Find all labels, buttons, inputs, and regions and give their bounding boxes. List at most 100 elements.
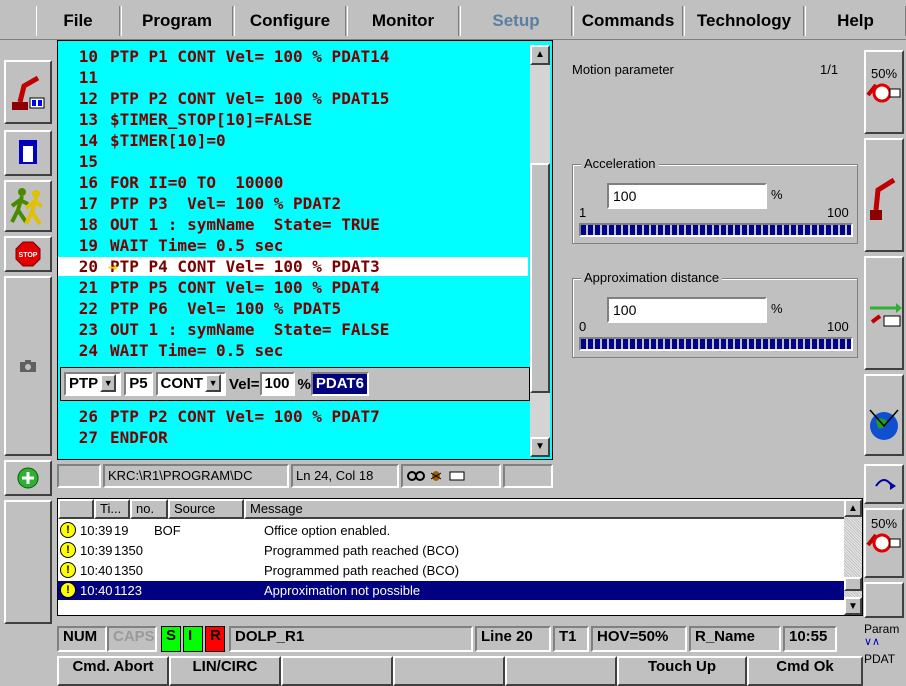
message-message: Approximation not possible bbox=[264, 583, 421, 598]
override-bottom-label: 50% bbox=[870, 516, 898, 531]
message-row[interactable]: ! 10:40 1123 Approximation not possible bbox=[58, 581, 844, 600]
message-source: BOF bbox=[154, 523, 181, 538]
chevron-up-down-icon[interactable]: ∨∧ bbox=[864, 636, 906, 648]
menu-configure[interactable]: Configure bbox=[234, 6, 346, 36]
stop-button[interactable]: STOP bbox=[4, 236, 52, 272]
softkey-3[interactable] bbox=[281, 656, 393, 686]
header-time[interactable]: Ti... bbox=[94, 499, 130, 519]
menu-technology[interactable]: Technology bbox=[684, 6, 804, 36]
svg-text:STOP: STOP bbox=[19, 252, 38, 259]
right-blank-button[interactable] bbox=[864, 582, 904, 618]
message-row[interactable]: ! 10:39 1350 Programmed path reached (BCO) bbox=[58, 541, 844, 560]
camera-button[interactable] bbox=[4, 276, 52, 456]
override-top-button[interactable]: 50% bbox=[864, 50, 904, 134]
warning-icon: ! bbox=[60, 542, 76, 558]
code-line[interactable]: 20 → PTP P4 CONT Vel= 100 % PDAT3 bbox=[58, 257, 528, 276]
line-number: 22 bbox=[78, 299, 98, 318]
chevron-down-icon[interactable]: ▼ bbox=[205, 374, 222, 392]
scroll-down-icon[interactable]: ▼ bbox=[844, 597, 862, 615]
menu-file[interactable]: File bbox=[36, 6, 120, 36]
panel-page: 1/1 bbox=[820, 62, 839, 77]
right-toolbar: 50% 50% Param ∨∧ PDAT bbox=[862, 40, 906, 686]
code-line[interactable]: 18 OUT 1 : symName State= TRUE bbox=[58, 215, 380, 234]
left-blank-button[interactable] bbox=[4, 500, 52, 624]
menu-program[interactable]: Program bbox=[121, 6, 233, 36]
approximation-input[interactable]: 100 bbox=[607, 297, 767, 323]
approximation-unit: % bbox=[771, 301, 783, 316]
acceleration-bar[interactable] bbox=[579, 223, 853, 237]
message-row[interactable]: ! 10:40 1350 Programmed path reached (BCO) bbox=[58, 561, 844, 580]
world-button[interactable] bbox=[864, 374, 904, 456]
code-line[interactable]: 19 WAIT Time= 0.5 sec bbox=[58, 236, 284, 255]
code-line[interactable]: 14 $TIMER[10]=0 bbox=[58, 131, 226, 150]
line-number: 20 bbox=[58, 257, 110, 276]
message-row[interactable]: ! 10:39 19 BOF Office option enabled. bbox=[58, 521, 844, 540]
line-number: 24 bbox=[78, 341, 98, 360]
rotate-arrow-icon bbox=[875, 479, 896, 490]
code-line[interactable]: 17 PTP P3 Vel= 100 % PDAT2 bbox=[58, 194, 341, 213]
message-scrollbar[interactable]: ▲ ▼ bbox=[844, 499, 862, 615]
scroll-down-icon[interactable]: ▼ bbox=[530, 437, 550, 457]
line-number: 23 bbox=[78, 320, 98, 339]
code-line[interactable]: 24 WAIT Time= 0.5 sec bbox=[58, 341, 284, 360]
panel-title: Motion parameter bbox=[572, 62, 674, 77]
code-line[interactable]: 13 $TIMER_STOP[10]=FALSE bbox=[58, 110, 313, 129]
approximation-max: 100 bbox=[827, 319, 849, 334]
lin-circ-button[interactable]: LIN/CIRC bbox=[169, 656, 281, 686]
code-line[interactable]: 23 OUT 1 : symName State= FALSE bbox=[58, 320, 390, 339]
code-line[interactable]: 26 PTP P2 CONT Vel= 100 % PDAT7 bbox=[58, 407, 380, 426]
pdat-field[interactable]: PDAT6 bbox=[310, 372, 369, 396]
header-no[interactable]: no. bbox=[130, 499, 168, 519]
code-line[interactable]: 10 PTP P1 CONT Vel= 100 % PDAT14 bbox=[58, 47, 390, 66]
header-source[interactable]: Source bbox=[168, 499, 244, 519]
softkey-5[interactable] bbox=[505, 656, 617, 686]
link-icon bbox=[407, 471, 425, 481]
approximation-bar[interactable] bbox=[579, 337, 853, 351]
rotate-button[interactable] bbox=[864, 464, 904, 504]
scroll-up-icon[interactable]: ▲ bbox=[844, 499, 862, 517]
code-line[interactable]: 16 FOR II=0 TO 10000 bbox=[58, 173, 284, 192]
editor-scrollbar[interactable]: ▲ ▼ bbox=[530, 45, 550, 457]
add-button[interactable] bbox=[4, 460, 52, 496]
code-text: FOR II=0 TO 10000 bbox=[110, 173, 284, 192]
code-line[interactable]: 22 PTP P6 Vel= 100 % PDAT5 bbox=[58, 299, 341, 318]
code-line[interactable]: 11 bbox=[58, 68, 110, 87]
window-button[interactable] bbox=[4, 130, 52, 176]
warning-icon: ! bbox=[60, 562, 76, 578]
cmd-ok-button[interactable]: Cmd Ok bbox=[747, 656, 863, 686]
menu-help[interactable]: Help bbox=[805, 6, 906, 36]
header-message[interactable]: Message bbox=[244, 499, 848, 519]
param-pdat-panel[interactable]: Param ∨∧ PDAT bbox=[864, 622, 906, 686]
robot-config-button[interactable] bbox=[4, 60, 52, 124]
scroll-thumb[interactable] bbox=[530, 163, 550, 393]
code-line[interactable]: 15 bbox=[58, 152, 110, 171]
chevron-down-icon[interactable]: ▼ bbox=[100, 374, 117, 392]
code-line[interactable]: 27 ENDFOR bbox=[58, 428, 168, 447]
message-window[interactable]: Ti... no. Source Message ! 10:39 19 BOF Offi… bbox=[57, 498, 863, 616]
scroll-up-icon[interactable]: ▲ bbox=[530, 45, 550, 65]
vel-unit: % bbox=[297, 375, 311, 393]
cmd-abort-button[interactable]: Cmd. Abort bbox=[57, 656, 169, 686]
warning-icon: ! bbox=[60, 522, 76, 538]
code-text: WAIT Time= 0.5 sec bbox=[110, 341, 284, 360]
acceleration-input[interactable]: 100 bbox=[607, 183, 767, 209]
robot-right-button[interactable] bbox=[864, 138, 904, 252]
menu-commands[interactable]: Commands bbox=[573, 6, 683, 36]
code-line[interactable]: 12 PTP P2 CONT Vel= 100 % PDAT15 bbox=[58, 89, 390, 108]
line-number: 21 bbox=[78, 278, 98, 297]
override-bottom-button[interactable]: 50% bbox=[864, 508, 904, 578]
softkey-4[interactable] bbox=[393, 656, 505, 686]
cont-select[interactable]: CONT ▼ bbox=[155, 372, 227, 396]
program-editor[interactable]: 10 PTP P1 CONT Vel= 100 % PDAT14 11 12 PTP P… bbox=[57, 40, 553, 460]
motion-type-select[interactable]: PTP ▼ bbox=[64, 372, 122, 396]
menu-monitor[interactable]: Monitor bbox=[347, 6, 459, 36]
message-scroll-thumb[interactable] bbox=[844, 577, 862, 591]
point-name-field[interactable]: P5 bbox=[124, 372, 153, 396]
touch-up-button[interactable]: Touch Up bbox=[617, 656, 747, 686]
code-text: $TIMER[10]=0 bbox=[110, 131, 226, 150]
jog-button[interactable] bbox=[4, 180, 52, 232]
menu-setup[interactable]: Setup bbox=[460, 6, 572, 36]
code-line[interactable]: 21 PTP P5 CONT Vel= 100 % PDAT4 bbox=[58, 278, 380, 297]
velocity-field[interactable]: 100 bbox=[259, 372, 295, 396]
tool-select-button[interactable] bbox=[864, 256, 904, 370]
